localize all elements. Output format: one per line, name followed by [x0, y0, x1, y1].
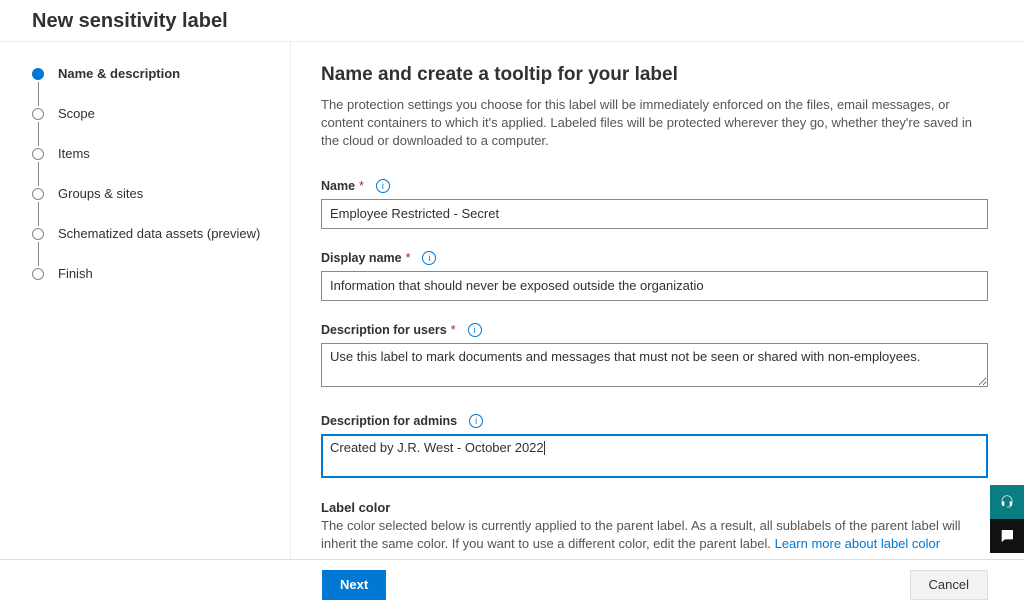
info-icon[interactable]: i	[422, 251, 436, 265]
step-scope[interactable]: Scope	[32, 106, 274, 146]
step-schematized-data-assets[interactable]: Schematized data assets (preview)	[32, 226, 274, 266]
field-label: Description for admins i	[321, 414, 988, 428]
step-bullet-icon	[32, 148, 44, 160]
step-name-description[interactable]: Name & description	[32, 66, 274, 106]
wizard-sidebar: Name & description Scope Items Groups & …	[0, 42, 290, 561]
step-bullet-icon	[32, 188, 44, 200]
panel-footer: Next Cancel	[0, 559, 1024, 609]
info-icon[interactable]: i	[376, 179, 390, 193]
panel-body: Name & description Scope Items Groups & …	[0, 42, 1024, 561]
required-indicator: *	[359, 179, 364, 193]
text-caret	[544, 441, 545, 455]
step-bullet-icon	[32, 68, 44, 80]
label-text: Description for admins	[321, 414, 457, 428]
learn-more-link[interactable]: Learn more about label color	[775, 536, 941, 551]
step-label: Groups & sites	[58, 186, 143, 201]
step-finish[interactable]: Finish	[32, 266, 274, 306]
step-label: Schematized data assets (preview)	[58, 226, 260, 241]
description-admins-input[interactable]: Created by J.R. West - October 2022	[321, 434, 988, 478]
field-label: Display name * i	[321, 251, 988, 265]
display-name-input[interactable]	[321, 271, 988, 301]
input-value: Created by J.R. West - October 2022	[330, 440, 544, 455]
page-intro: The protection settings you choose for t…	[321, 96, 988, 151]
step-label: Name & description	[58, 66, 180, 81]
step-label: Scope	[58, 106, 95, 121]
name-input[interactable]	[321, 199, 988, 229]
step-label: Finish	[58, 266, 93, 281]
field-display-name: Display name * i	[321, 251, 988, 301]
step-groups-sites[interactable]: Groups & sites	[32, 186, 274, 226]
info-icon[interactable]: i	[469, 414, 483, 428]
field-label: Description for users * i	[321, 323, 988, 337]
field-description-users: Description for users * i Use this label…	[321, 323, 988, 392]
label-color-section: Label color The color selected below is …	[321, 500, 988, 561]
help-button[interactable]	[990, 485, 1024, 519]
floating-actions	[990, 485, 1024, 553]
description-users-input[interactable]: Use this label to mark documents and mes…	[321, 343, 988, 387]
panel-title: New sensitivity label	[32, 10, 1024, 33]
cancel-button[interactable]: Cancel	[910, 570, 988, 600]
next-button[interactable]: Next	[322, 570, 386, 600]
step-items[interactable]: Items	[32, 146, 274, 186]
chat-icon	[999, 528, 1015, 544]
label-text: Name	[321, 179, 355, 193]
page-heading: Name and create a tooltip for your label	[321, 64, 988, 86]
label-text: Display name	[321, 251, 402, 265]
field-name: Name * i	[321, 179, 988, 229]
step-bullet-icon	[32, 268, 44, 280]
step-label: Items	[58, 146, 90, 161]
section-description: The color selected below is currently ap…	[321, 517, 988, 553]
required-indicator: *	[451, 323, 456, 337]
field-description-admins: Description for admins i Created by J.R.…	[321, 414, 988, 478]
field-label: Name * i	[321, 179, 988, 193]
headset-icon	[999, 494, 1015, 510]
step-bullet-icon	[32, 228, 44, 240]
step-list: Name & description Scope Items Groups & …	[32, 66, 274, 306]
main-content: Name and create a tooltip for your label…	[290, 42, 1024, 561]
step-bullet-icon	[32, 108, 44, 120]
info-icon[interactable]: i	[468, 323, 482, 337]
feedback-button[interactable]	[990, 519, 1024, 553]
label-text: Description for users	[321, 323, 447, 337]
section-title: Label color	[321, 500, 988, 515]
required-indicator: *	[406, 251, 411, 265]
panel-header: New sensitivity label	[0, 0, 1024, 42]
